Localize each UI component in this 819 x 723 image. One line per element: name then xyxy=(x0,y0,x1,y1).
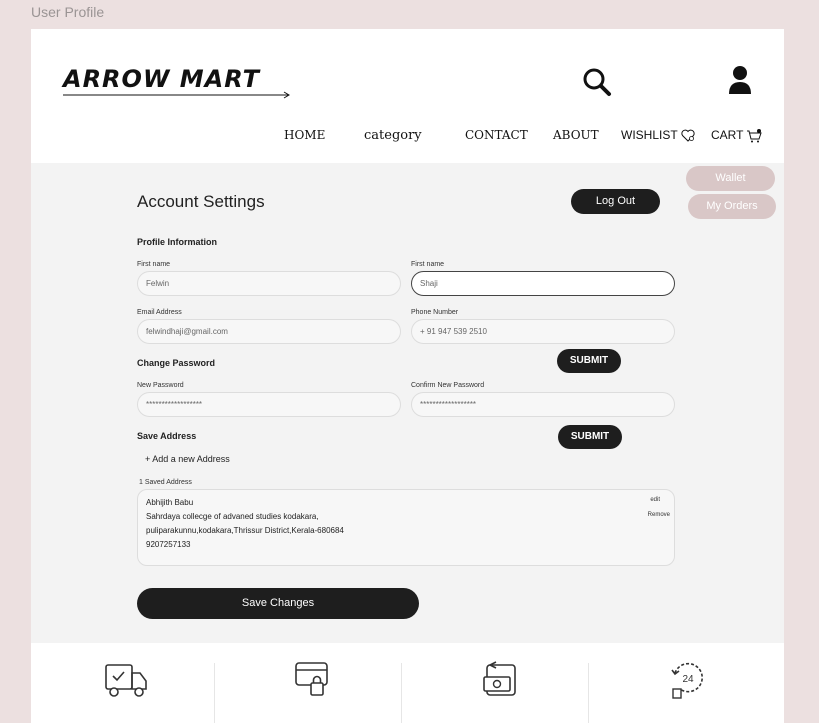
frame-label: User Profile xyxy=(31,4,105,20)
wallet-button[interactable]: Wallet xyxy=(686,166,775,191)
password-submit-button[interactable]: SUBMIT xyxy=(558,425,622,449)
first-name-field[interactable]: Felwin xyxy=(137,271,401,296)
address-edit-link[interactable]: edit xyxy=(650,497,660,503)
confirm-password-field[interactable]: ****************** xyxy=(411,392,675,417)
secure-card-icon xyxy=(295,662,328,696)
logo-arrow-icon xyxy=(63,91,290,99)
address-section-heading: Save Address xyxy=(137,431,197,441)
page-title: Account Settings xyxy=(137,192,265,211)
address-remove-link[interactable]: Remove xyxy=(648,512,670,518)
email-field[interactable]: felwindhaji@gmail.com xyxy=(137,319,401,344)
phone-field[interactable]: + 91 947 539 2510 xyxy=(411,319,675,344)
email-label: Email Address xyxy=(137,309,182,316)
first-name-label: First name xyxy=(137,261,171,268)
address-name: Abhijith Babu xyxy=(146,498,194,507)
footer-divider xyxy=(401,663,402,723)
svg-text:24: 24 xyxy=(682,674,694,685)
saved-address-count: 1 Saved Address xyxy=(139,479,192,486)
save-changes-button[interactable]: Save Changes xyxy=(137,588,419,619)
phone-label: Phone Number xyxy=(411,309,459,316)
password-section-heading: Change Password xyxy=(137,358,216,368)
new-password-label: New Password xyxy=(137,382,184,389)
nav-wishlist[interactable]: WISHLIST xyxy=(621,128,695,143)
support-24-icon: 24 xyxy=(671,662,703,699)
new-password-field[interactable]: ****************** xyxy=(137,392,401,417)
site-logo[interactable]: ARROW MART xyxy=(63,65,260,93)
cart-icon xyxy=(747,128,763,143)
site-header: ARROW MART HOME category CONTACT ABOUT W… xyxy=(31,29,784,163)
nav-about[interactable]: ABOUT xyxy=(553,128,599,142)
delivery-truck-icon xyxy=(105,664,147,697)
nav-contact[interactable]: CONTACT xyxy=(465,128,528,142)
add-address-link[interactable]: + Add a new Address xyxy=(145,454,230,464)
footer-divider xyxy=(214,663,215,723)
features-footer: 24 xyxy=(31,643,784,723)
saved-address-card: Abhijith Babu Sahrdaya collecge of advan… xyxy=(137,489,675,566)
profile-section-heading: Profile Information xyxy=(137,237,218,247)
profile-page: ARROW MART HOME category CONTACT ABOUT W… xyxy=(31,29,784,723)
nav-wishlist-label: WISHLIST xyxy=(621,128,678,142)
nav-cart-label: CART xyxy=(711,128,744,142)
nav-home[interactable]: HOME xyxy=(284,128,325,142)
nav-cart[interactable]: CART xyxy=(711,128,763,143)
address-phone: 9207257133 xyxy=(146,540,191,549)
last-name-field[interactable]: Shaji xyxy=(411,271,675,296)
heart-search-icon xyxy=(681,129,695,143)
my-orders-button[interactable]: My Orders xyxy=(688,194,776,219)
logout-button[interactable]: Log Out xyxy=(571,189,660,214)
search-icon[interactable] xyxy=(582,67,612,97)
address-line-1: Sahrdaya collecge of advaned studies kod… xyxy=(146,512,319,521)
confirm-password-label: Confirm New Password xyxy=(411,382,485,389)
nav-category[interactable]: category xyxy=(364,128,422,143)
footer-divider xyxy=(588,663,589,723)
last-name-label: First name xyxy=(411,261,445,268)
cash-return-icon xyxy=(483,661,516,696)
user-account-icon[interactable] xyxy=(728,65,752,95)
address-line-2: pulipara­kunnu,kodakara,Thrissur Distric… xyxy=(146,526,344,535)
profile-submit-button[interactable]: SUBMIT xyxy=(557,349,621,373)
